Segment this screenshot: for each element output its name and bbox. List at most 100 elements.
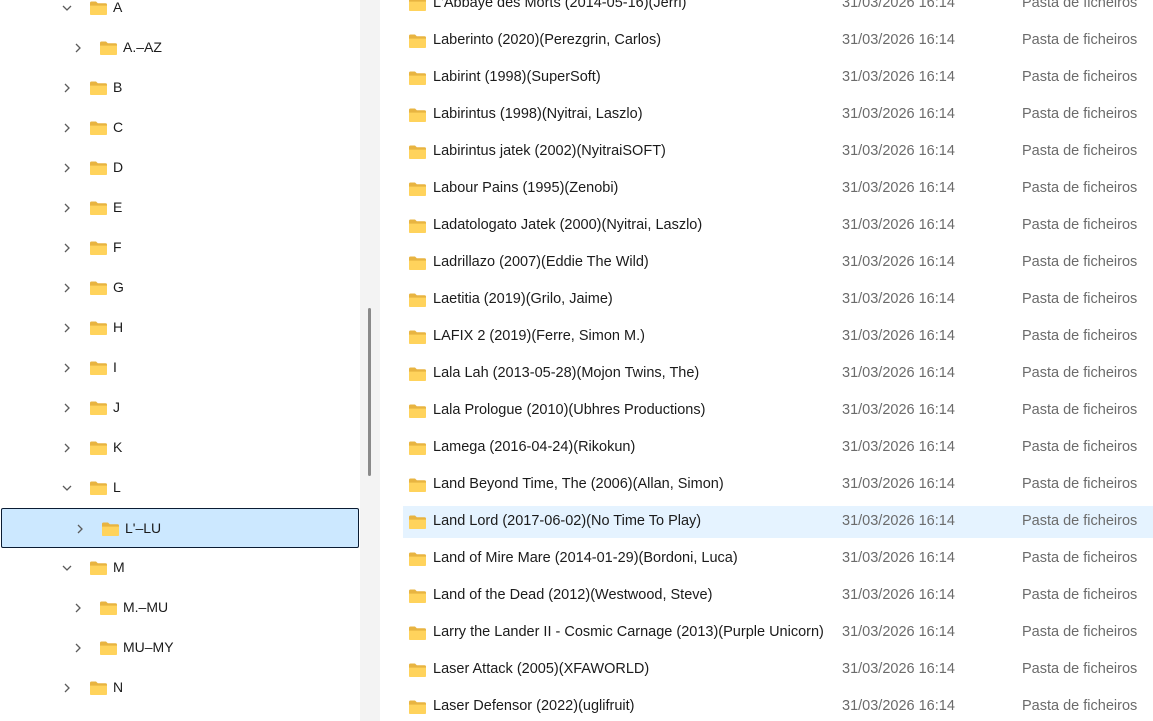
- file-row[interactable]: Land Beyond Time, The (2006)(Allan, Simo…: [403, 469, 1153, 501]
- chevron-right-icon[interactable]: [61, 122, 73, 134]
- chevron-down-icon[interactable]: [61, 482, 73, 494]
- chevron-right-icon[interactable]: [61, 322, 73, 334]
- tree-item[interactable]: K: [0, 428, 358, 468]
- file-row[interactable]: L'Abbaye des Morts (2014-05-16)(Jerri) 31…: [403, 0, 1153, 20]
- folder-icon: [89, 480, 108, 496]
- file-type: Pasta de ficheiros: [1022, 143, 1138, 159]
- tree-item[interactable]: L: [0, 468, 358, 508]
- file-row[interactable]: Labirintus (1998)(Nyitrai, Laszlo) 31/03/…: [403, 99, 1153, 131]
- chevron-right-icon[interactable]: [61, 82, 73, 94]
- folder-icon: [89, 0, 108, 16]
- file-type: Pasta de ficheiros: [1022, 365, 1138, 381]
- file-name: L'Abbaye des Morts (2014-05-16)(Jerri): [433, 0, 687, 11]
- chevron-right-icon[interactable]: [61, 282, 73, 294]
- chevron-down-icon[interactable]: [61, 562, 73, 574]
- folder-icon: [89, 280, 108, 296]
- tree-item[interactable]: A.–AZ: [0, 28, 358, 68]
- chevron-right-icon[interactable]: [61, 442, 73, 454]
- file-row[interactable]: Labirintus jatek (2002)(NyitraiSOFT) 31/0…: [403, 136, 1153, 168]
- chevron-right-icon[interactable]: [72, 42, 84, 54]
- chevron-right-icon[interactable]: [74, 523, 86, 535]
- file-type: Pasta de ficheiros: [1022, 254, 1138, 270]
- file-type: Pasta de ficheiros: [1022, 624, 1138, 640]
- file-row[interactable]: LAFIX 2 (2019)(Ferre, Simon M.) 31/03/202…: [403, 321, 1153, 353]
- file-type: Pasta de ficheiros: [1022, 180, 1138, 196]
- file-modified-date: 31/03/2026 16:14: [842, 254, 955, 270]
- file-row[interactable]: Laser Attack (2005)(XFAWORLD) 31/03/2026 …: [403, 654, 1153, 686]
- tree-item[interactable]: E: [0, 188, 358, 228]
- folder-icon: [408, 588, 427, 604]
- file-name: Labirintus jatek (2002)(NyitraiSOFT): [433, 143, 666, 159]
- file-row[interactable]: Ladrillazo (2007)(Eddie The Wild) 31/03/2…: [403, 247, 1153, 279]
- chevron-right-icon[interactable]: [61, 362, 73, 374]
- tree-item-label: L: [113, 479, 121, 495]
- file-type: Pasta de ficheiros: [1022, 106, 1138, 122]
- file-row[interactable]: Laetitia (2019)(Grilo, Jaime) 31/03/2026 …: [403, 284, 1153, 316]
- folder-icon: [408, 625, 427, 641]
- file-type: Pasta de ficheiros: [1022, 69, 1138, 85]
- file-row[interactable]: Laberinto (2020)(Perezgrin, Carlos) 31/03…: [403, 25, 1153, 57]
- file-modified-date: 31/03/2026 16:14: [842, 661, 955, 677]
- folder-icon: [89, 240, 108, 256]
- tree-item[interactable]: J: [0, 388, 358, 428]
- file-row[interactable]: Labirint (1998)(SuperSoft) 31/03/2026 16:…: [403, 62, 1153, 94]
- file-row[interactable]: Lamega (2016-04-24)(Rikokun) 31/03/2026 1…: [403, 432, 1153, 464]
- tree-item[interactable]: A: [0, 0, 358, 28]
- tree-item[interactable]: G: [0, 268, 358, 308]
- tree-item-label: H: [113, 319, 124, 335]
- chevron-right-icon[interactable]: [72, 642, 84, 654]
- folder-icon: [89, 320, 108, 336]
- tree-item-label: B: [113, 79, 123, 95]
- file-row[interactable]: Land Lord (2017-06-02)(No Time To Play) 3…: [403, 506, 1153, 538]
- navigation-tree: A A.–AZ B C D E F G H I J K L L'–LU M M.–MU MU–MY N: [0, 0, 360, 721]
- file-modified-date: 31/03/2026 16:14: [842, 476, 955, 492]
- tree-item-label: L'–LU: [125, 520, 162, 536]
- chevron-down-icon[interactable]: [61, 2, 73, 14]
- tree-scrollbar-thumb[interactable]: [368, 308, 371, 476]
- tree-item[interactable]: M.–MU: [0, 588, 358, 628]
- file-row[interactable]: Land of Mire Mare (2014-01-29)(Bordoni, …: [403, 543, 1153, 575]
- chevron-right-icon[interactable]: [61, 402, 73, 414]
- tree-item[interactable]: N: [0, 668, 358, 708]
- tree-item[interactable]: MU–MY: [0, 628, 358, 668]
- tree-item-label: M: [113, 559, 125, 575]
- chevron-right-icon[interactable]: [61, 202, 73, 214]
- folder-icon: [99, 40, 118, 56]
- file-name: Larry the Lander II - Cosmic Carnage (20…: [433, 624, 824, 640]
- file-row[interactable]: Laser Defensor (2022)(uglifruit) 31/03/20…: [403, 691, 1153, 721]
- file-name: Labirintus (1998)(Nyitrai, Laszlo): [433, 106, 643, 122]
- tree-item[interactable]: C: [0, 108, 358, 148]
- tree-item-label: M.–MU: [123, 599, 169, 615]
- folder-icon: [89, 160, 108, 176]
- folder-icon: [89, 200, 108, 216]
- file-modified-date: 31/03/2026 16:14: [842, 69, 955, 85]
- tree-item[interactable]: H: [0, 308, 358, 348]
- file-row[interactable]: Lala Lah (2013-05-28)(Mojon Twins, The) 3…: [403, 358, 1153, 390]
- file-name: Labirint (1998)(SuperSoft): [433, 69, 601, 85]
- file-type: Pasta de ficheiros: [1022, 217, 1138, 233]
- tree-item[interactable]: D: [0, 148, 358, 188]
- tree-item-label: K: [113, 439, 123, 455]
- file-name: LAFIX 2 (2019)(Ferre, Simon M.): [433, 328, 645, 344]
- tree-item[interactable]: L'–LU: [1, 508, 359, 548]
- folder-icon: [408, 366, 427, 382]
- chevron-right-icon[interactable]: [72, 602, 84, 614]
- folder-icon: [408, 33, 427, 49]
- chevron-right-icon[interactable]: [61, 682, 73, 694]
- chevron-right-icon[interactable]: [61, 162, 73, 174]
- tree-item[interactable]: B: [0, 68, 358, 108]
- tree-item[interactable]: F: [0, 228, 358, 268]
- tree-item[interactable]: I: [0, 348, 358, 388]
- tree-item-label: C: [113, 119, 124, 135]
- file-row[interactable]: Larry the Lander II - Cosmic Carnage (20…: [403, 617, 1153, 649]
- file-modified-date: 31/03/2026 16:14: [842, 328, 955, 344]
- folder-icon: [89, 680, 108, 696]
- file-row[interactable]: Labour Pains (1995)(Zenobi) 31/03/2026 16…: [403, 173, 1153, 205]
- file-type: Pasta de ficheiros: [1022, 661, 1138, 677]
- tree-item[interactable]: M: [0, 548, 358, 588]
- chevron-right-icon[interactable]: [61, 242, 73, 254]
- file-row[interactable]: Land of the Dead (2012)(Westwood, Steve)…: [403, 580, 1153, 612]
- file-list: L'Abbaye des Morts (2014-05-16)(Jerri) 31…: [380, 0, 1153, 721]
- file-row[interactable]: Ladatologato Jatek (2000)(Nyitrai, Laszl…: [403, 210, 1153, 242]
- file-row[interactable]: Lala Prologue (2010)(Ubhres Productions)…: [403, 395, 1153, 427]
